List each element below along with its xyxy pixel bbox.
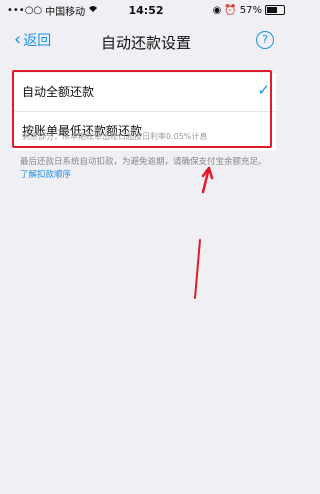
annotation-arrows (194, 166, 214, 299)
arrow-line (194, 239, 201, 299)
arrow-up (201, 166, 214, 194)
